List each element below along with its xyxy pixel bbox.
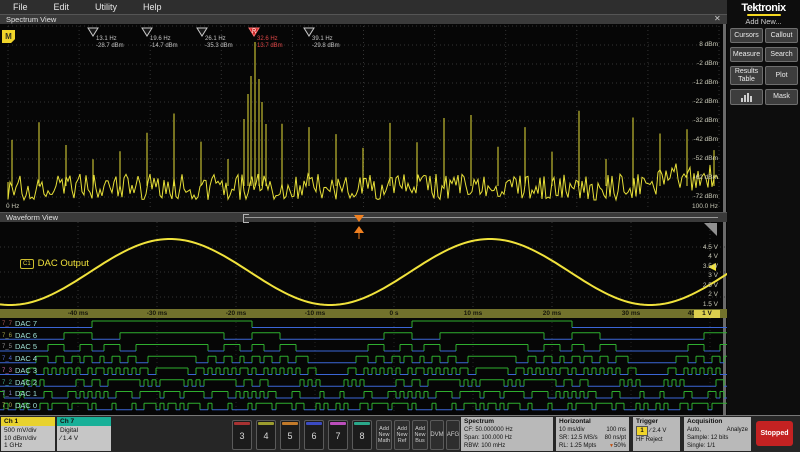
menu-utility[interactable]: Utility xyxy=(82,2,130,12)
digital-channel-label[interactable]: 7_4DAC 4 xyxy=(2,354,122,363)
add-new-label: Add New... xyxy=(727,17,800,26)
plot-button[interactable]: Plot xyxy=(765,66,798,85)
y-axis-tick: -12 dBm xyxy=(678,79,718,86)
settings-bar: Ch 1 500 mV/div 10 dBm/div 1 GHz Ch 7 Di… xyxy=(0,415,800,452)
channel-5-button[interactable]: 5 xyxy=(280,420,300,450)
digital-channel-label[interactable]: 7_7DAC 7 xyxy=(2,319,122,328)
time-tick: 10 ms xyxy=(464,310,482,317)
spectrum-reference-marker[interactable]: R 32.6 Hz13.7 dBm xyxy=(248,27,308,55)
ch1-badge[interactable]: Ch 1 500 mV/div 10 dBm/div 1 GHz xyxy=(1,417,55,451)
digital-channel-label[interactable]: 7_3DAC 3 xyxy=(2,366,122,375)
add-new-ref-button[interactable]: Add New Ref xyxy=(394,420,410,450)
waveform-callout[interactable]: C1 DAC Output xyxy=(20,258,89,269)
histogram-icon xyxy=(740,92,754,102)
spectrum-view-titlebar[interactable]: Spectrum View xyxy=(0,14,727,24)
tektronix-logo: Tektronix xyxy=(727,2,800,16)
v-scale-tick: 4 V xyxy=(678,253,718,260)
v-scale-tick: 2 V xyxy=(678,291,718,298)
v-scale-tick: 3.5 V xyxy=(678,263,718,270)
results-table-button[interactable]: Results Table xyxy=(730,66,763,85)
x-axis-start-label: 0 Hz xyxy=(6,203,19,210)
time-axis-band xyxy=(0,309,727,318)
digital-channel-label[interactable]: 7_0DAC 0 xyxy=(2,401,122,410)
y-axis-tick: -2 dBm xyxy=(678,60,718,67)
channel-chip: C1 xyxy=(20,259,34,269)
digital-channel-label[interactable]: 7_6DAC 6 xyxy=(2,331,122,340)
channel-4-button[interactable]: 4 xyxy=(256,420,276,450)
channel-8-button[interactable]: 8 xyxy=(352,420,372,450)
x-axis-end-label: 100.0 Hz xyxy=(678,203,718,210)
time-tick: -10 ms xyxy=(305,310,326,317)
y-axis-tick: -32 dBm xyxy=(678,117,718,124)
oscilloscope-screen: File Edit Utility Help Tektronix Add New… xyxy=(0,0,800,452)
y-axis-tick: -42 dBm xyxy=(678,136,718,143)
y-axis-tick: -72 dBm xyxy=(678,193,718,200)
channel-7-button[interactable]: 7 xyxy=(328,420,348,450)
add-new-math-button[interactable]: Add New Math xyxy=(376,420,392,450)
logo-swoosh xyxy=(747,14,781,16)
spectrum-marker-1[interactable]: 13.1 Hz-28.7 dBm xyxy=(87,27,147,55)
mask-button[interactable]: Mask xyxy=(765,89,798,105)
v-scale-bottom-chip: 1 V xyxy=(694,310,720,318)
threshold-slope-icon: ∕ xyxy=(60,435,61,442)
digital-channel-label[interactable]: 7_5DAC 5 xyxy=(2,342,122,351)
trigger-slope-icon: ∕ xyxy=(650,428,651,434)
sidebar: Tektronix Add New... Cursors Callout Mea… xyxy=(727,0,800,415)
cursors-button[interactable]: Cursors xyxy=(730,28,763,43)
time-tick: -40 ms xyxy=(68,310,89,317)
menu-file[interactable]: File xyxy=(0,2,41,12)
spectrum-marker-3[interactable]: 26.1 Hz-35.3 dBm xyxy=(196,27,256,55)
panel-resize-handle[interactable] xyxy=(704,223,717,236)
svg-text:R: R xyxy=(252,29,257,35)
y-axis-tick: -22 dBm xyxy=(678,98,718,105)
spectrum-marker-4[interactable]: 39.1 Hz-29.8 dBm xyxy=(303,27,363,55)
dvm-button[interactable]: DVM xyxy=(430,420,444,450)
v-scale-tick: 2.5 V xyxy=(678,282,718,289)
channel-3-button[interactable]: 3 xyxy=(232,420,252,450)
callout-button[interactable]: Callout xyxy=(765,28,798,43)
channel-6-button[interactable]: 6 xyxy=(304,420,324,450)
search-button[interactable]: Search xyxy=(765,47,798,62)
stopped-button[interactable]: Stopped xyxy=(756,421,793,446)
time-tick: 20 ms xyxy=(543,310,561,317)
callout-text: DAC Output xyxy=(38,258,89,269)
horizontal-settings-box[interactable]: Horizontal 10 ms/div100 ms SR: 12.5 MS/s… xyxy=(556,417,629,451)
time-tick: 0 s xyxy=(389,310,398,317)
time-tick: -30 ms xyxy=(147,310,168,317)
v-scale-tick: 4.5 V xyxy=(678,244,718,251)
v-scale-tick: 1.5 V xyxy=(678,301,718,308)
pan-scrollbar[interactable] xyxy=(245,217,718,218)
close-icon[interactable]: ✕ xyxy=(714,14,721,24)
spectrum-marker-2[interactable]: 19.6 Hz-14.7 dBm xyxy=(141,27,201,55)
time-tick: -20 ms xyxy=(226,310,247,317)
trigger-source-chip: 1 xyxy=(636,426,648,436)
y-axis-tick: -52 dBm xyxy=(678,155,718,162)
menu-edit[interactable]: Edit xyxy=(41,2,83,12)
measure-button[interactable]: Measure xyxy=(730,47,763,62)
afg-button[interactable]: AFG xyxy=(446,420,460,450)
add-new-bus-button[interactable]: Add New Bus xyxy=(412,420,428,450)
time-tick: 30 ms xyxy=(622,310,640,317)
spectrum-source-flag[interactable]: M xyxy=(2,30,15,43)
menu-help[interactable]: Help xyxy=(130,2,175,12)
ch7-badge[interactable]: Ch 7 Digital ∕ 1.4 V xyxy=(57,417,111,451)
trigger-settings-box[interactable]: Trigger 1 ∕ 2.4 V HF Reject xyxy=(633,417,680,451)
y-axis-tick: -62 dBm xyxy=(678,174,718,181)
v-scale-tick: 3 V xyxy=(678,272,718,279)
spectrum-settings-box[interactable]: Spectrum CF: 50.000000 Hz Span: 100.000 … xyxy=(461,417,553,451)
digital-channel-label[interactable]: 7_2DAC 2 xyxy=(2,378,122,387)
histogram-button[interactable] xyxy=(730,89,763,105)
analog-waveform-plot xyxy=(0,222,727,309)
y-axis-tick: 8 dBm xyxy=(678,41,718,48)
acquisition-settings-box[interactable]: Acquisition Auto,Analyze Sample: 12 bits… xyxy=(684,417,751,451)
digital-channel-label[interactable]: 7_1DAC 1 xyxy=(2,389,122,398)
menu-bar: File Edit Utility Help xyxy=(0,0,727,14)
